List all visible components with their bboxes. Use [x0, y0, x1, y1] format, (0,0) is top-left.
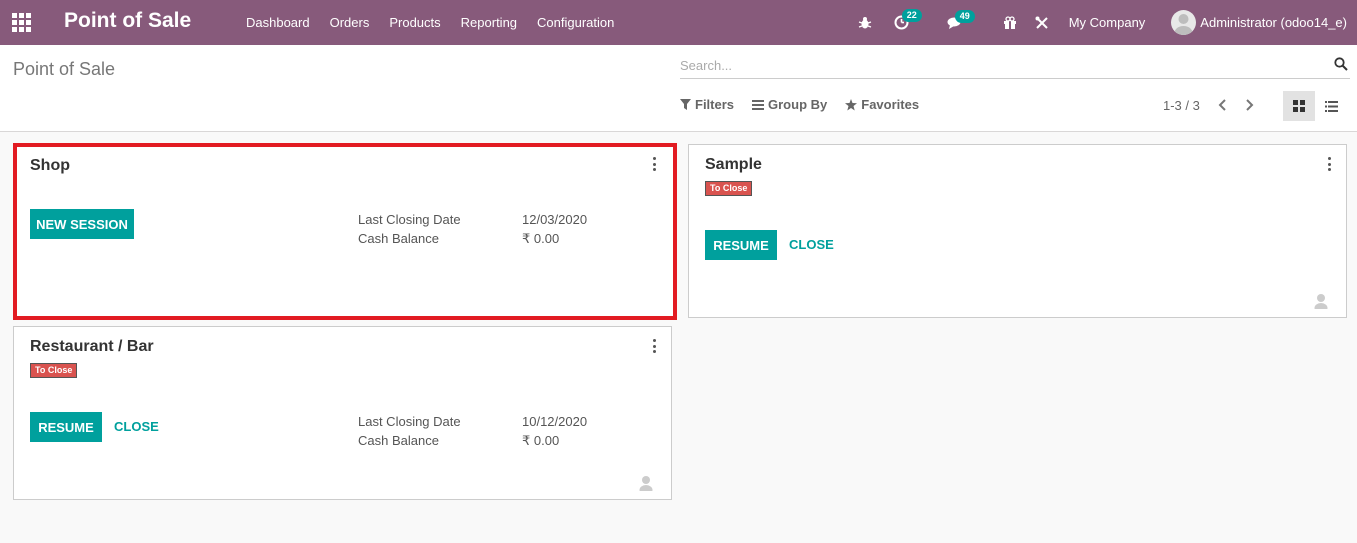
pager-value[interactable]: 1-3 / 3 — [1163, 98, 1200, 113]
search-options: Filters Group By Favorites — [680, 97, 937, 112]
card-title: Shop — [30, 157, 70, 174]
card-title: Restaurant / Bar — [30, 338, 154, 355]
menu-item-reporting[interactable]: Reporting — [451, 15, 527, 30]
search-bar — [680, 54, 1350, 79]
cash-balance-value: ₹ 0.00 — [522, 433, 560, 448]
company-switcher[interactable]: My Company — [1069, 15, 1146, 30]
pos-card-sample: Sample To Close RESUME CLOSE — [688, 144, 1347, 318]
star-icon — [845, 98, 858, 111]
card-dropdown-icon[interactable] — [649, 339, 659, 353]
search-icon[interactable] — [1334, 57, 1348, 74]
view-switcher — [1283, 91, 1347, 121]
user-avatar-icon — [638, 475, 654, 491]
last-closing-date-value: 12/03/2020 — [522, 212, 588, 227]
close-button[interactable]: CLOSE — [789, 237, 834, 252]
resume-button[interactable]: RESUME — [30, 412, 102, 442]
new-session-button[interactable]: NEW SESSION — [30, 209, 134, 239]
bars-icon — [752, 99, 765, 110]
breadcrumb: Point of Sale — [13, 59, 116, 79]
apps-grid-icon[interactable] — [12, 13, 32, 32]
gift-icon[interactable] — [1003, 15, 1017, 30]
group-by-label: Group By — [768, 97, 828, 112]
app-brand[interactable]: Point of Sale — [64, 9, 191, 33]
menu-item-dashboard[interactable]: Dashboard — [236, 15, 320, 30]
menu-item-orders[interactable]: Orders — [320, 15, 380, 30]
activity-count-badge: 22 — [901, 9, 922, 22]
list-view-icon[interactable] — [1315, 91, 1347, 121]
user-menu[interactable]: Administrator (odoo14_e) — [1171, 10, 1347, 35]
message-count-badge: 49 — [954, 9, 975, 23]
control-panel: Point of Sale Filters Group By Favorites… — [0, 45, 1357, 132]
filter-icon — [680, 99, 691, 110]
chat-icon[interactable]: 49 — [947, 9, 975, 30]
last-closing-date-label: Last Closing Date — [358, 414, 461, 429]
tools-icon[interactable] — [1035, 16, 1049, 30]
card-dropdown-icon[interactable] — [1324, 157, 1334, 171]
chevron-right-icon[interactable] — [1242, 97, 1258, 113]
user-avatar-icon — [1313, 293, 1329, 309]
activity-clock-icon[interactable]: 22 — [894, 9, 922, 30]
systray: 22 49 My Company Administrator (odoo14_e… — [858, 0, 1357, 45]
bug-icon[interactable] — [858, 16, 872, 30]
resume-button[interactable]: RESUME — [705, 230, 777, 260]
chevron-left-icon[interactable] — [1214, 97, 1230, 113]
filters-button[interactable]: Filters — [680, 97, 734, 112]
last-closing-date-value: 10/12/2020 — [522, 414, 588, 429]
card-dropdown-icon[interactable] — [649, 157, 659, 171]
last-closing-date-label: Last Closing Date — [358, 212, 461, 227]
main-menu: Dashboard Orders Products Reporting Conf… — [236, 0, 624, 45]
cash-balance-label: Cash Balance — [358, 231, 439, 246]
status-badge: To Close — [30, 363, 78, 378]
cash-balance-value: ₹ 0.00 — [522, 231, 560, 246]
cash-balance-label: Cash Balance — [358, 433, 439, 448]
menu-item-configuration[interactable]: Configuration — [527, 15, 624, 30]
pos-card-restaurant-bar: Restaurant / Bar To Close RESUME CLOSE L… — [13, 326, 672, 500]
user-name: Administrator (odoo14_e) — [1200, 15, 1347, 30]
search-input[interactable] — [680, 54, 1320, 76]
favorites-button[interactable]: Favorites — [845, 97, 919, 112]
group-by-button[interactable]: Group By — [752, 97, 827, 112]
status-badge: To Close — [705, 181, 753, 196]
kanban-view-icon[interactable] — [1283, 91, 1315, 121]
pager: 1-3 / 3 — [1163, 97, 1270, 113]
card-title: Sample — [705, 156, 762, 173]
close-button[interactable]: CLOSE — [114, 419, 159, 434]
favorites-label: Favorites — [861, 97, 920, 112]
pos-card-shop: Shop NEW SESSION Last Closing Date 12/03… — [13, 143, 677, 320]
filters-label: Filters — [695, 97, 735, 112]
menu-item-products[interactable]: Products — [379, 15, 450, 30]
avatar — [1171, 10, 1197, 35]
top-navbar: Point of Sale Dashboard Orders Products … — [0, 0, 1357, 45]
